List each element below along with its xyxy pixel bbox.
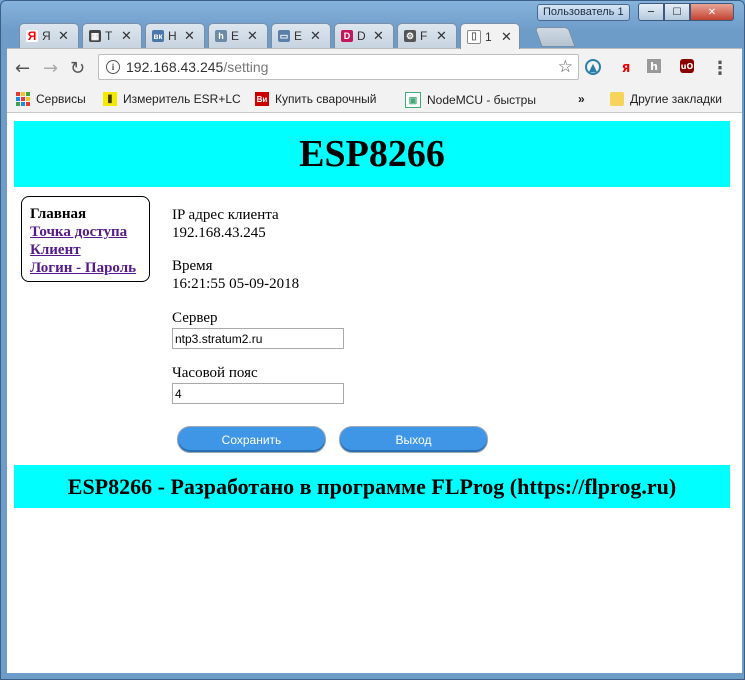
tab-h[interactable]: h E ✕ — [208, 23, 268, 48]
nodemcu-icon: ▣ — [405, 92, 421, 108]
tab-label: E — [231, 29, 240, 43]
ip-section: IP адрес клиента 192.168.43.245 — [172, 206, 279, 242]
bookmark-label: Измеритель ESR+LC — [123, 92, 241, 106]
menu-link-login-password[interactable]: Логин - Пароль — [30, 259, 149, 277]
bookmark-nodemcu[interactable]: ▣ NodeMCU - быстры — [405, 92, 545, 108]
server-label: Сервер — [172, 310, 218, 326]
ublock-icon[interactable]: uO — [680, 59, 694, 73]
new-tab-button[interactable] — [534, 27, 576, 47]
browser-toolbar: ← → ↻ i 192.168.43.245/setting ☆ ▲ Я h u… — [7, 48, 742, 89]
page-header: ESP8266 — [14, 121, 730, 187]
vk-icon: вк — [152, 30, 164, 42]
bookmark-services[interactable]: Сервисы — [16, 92, 86, 106]
page-icon: ▯ — [467, 29, 481, 44]
tab-flprog[interactable]: ⚙ F ✕ — [397, 23, 457, 48]
page-footer: ESP8266 - Разработано в программе FLProg… — [14, 465, 730, 508]
tab-close-icon[interactable]: ✕ — [501, 29, 512, 45]
tab-label: D — [357, 29, 366, 43]
back-button[interactable]: ← — [15, 58, 30, 79]
tab-vk[interactable]: вк Н ✕ — [145, 23, 205, 48]
url-path: /setting — [223, 59, 269, 75]
server-input[interactable] — [172, 328, 344, 349]
close-window-button[interactable]: ✕ — [690, 3, 734, 21]
tab-label: F — [420, 29, 428, 43]
web-page: ESP8266 Главная Точка доступа Клиент Лог… — [7, 113, 742, 673]
bookmarks-bar: Сервисы ⫼ Измеритель ESR+LC Ви Купить св… — [7, 88, 742, 113]
tab-close-icon[interactable]: ✕ — [373, 28, 384, 44]
tab-close-icon[interactable]: ✕ — [184, 28, 195, 44]
bookmark-esr[interactable]: ⫼ Измеритель ESR+LC — [103, 92, 243, 106]
tool-icon: ▦ — [89, 30, 101, 42]
address-bar[interactable]: i 192.168.43.245/setting ☆ — [98, 54, 579, 80]
tab-close-icon[interactable]: ✕ — [247, 28, 258, 44]
tab-label: Т — [105, 29, 113, 43]
timezone-label: Часовой пояс — [172, 365, 258, 381]
save-button[interactable]: Сохранить — [177, 426, 326, 453]
bookmark-label: NodeMCU - быстры — [427, 93, 536, 107]
time-label: Время — [172, 258, 213, 274]
tab-active[interactable]: ▯ 1 ✕ — [460, 23, 520, 49]
h-icon: h — [215, 30, 227, 42]
tab-close-icon[interactable]: ✕ — [58, 28, 69, 44]
flprog-icon: ⚙ — [404, 30, 416, 42]
d-icon: D — [341, 30, 353, 42]
url-text: 192.168.43.245/setting — [126, 59, 268, 75]
menu-link-access-point[interactable]: Точка доступа — [30, 223, 149, 241]
extension-triangle-icon[interactable]: ▲ — [585, 59, 601, 75]
browser-window: Пользователь 1 ─ ☐ ✕ Я Я ✕ ▦ Т ✕ вк Н ✕ … — [0, 0, 745, 680]
esr-icon: ⫼ — [103, 92, 117, 106]
footer-text: ESP8266 - Разработано в программе FLProg… — [67, 473, 677, 499]
ip-value: 192.168.43.245 — [172, 225, 266, 241]
tab-close-icon[interactable]: ✕ — [436, 28, 447, 44]
apps-icon — [16, 92, 30, 106]
time-value: 16:21:55 05-09-2018 — [172, 276, 300, 292]
folder-icon — [610, 92, 624, 106]
monitor-icon: ▭ — [278, 30, 290, 42]
exit-button[interactable]: Выход — [339, 426, 488, 453]
timezone-input[interactable] — [172, 383, 344, 404]
minimize-button[interactable]: ─ — [638, 3, 664, 21]
yandex-extension-icon[interactable]: Я — [617, 59, 635, 77]
server-section: Сервер — [172, 309, 344, 349]
profile-button[interactable]: Пользователь 1 — [537, 4, 630, 21]
other-bookmarks-folder[interactable]: Другие закладки — [610, 92, 722, 106]
timezone-section: Часовой пояс — [172, 364, 344, 404]
tab-label: Н — [168, 29, 177, 43]
tab-label: 1 — [485, 29, 492, 44]
yandex-icon: Я — [26, 29, 38, 43]
tab-close-icon[interactable]: ✕ — [121, 28, 132, 44]
bookmark-label: Купить сварочный — [275, 92, 377, 106]
tab-close-icon[interactable]: ✕ — [310, 28, 321, 44]
h-extension-icon[interactable]: h — [647, 59, 661, 73]
menu-item-home[interactable]: Главная — [30, 205, 149, 223]
side-menu: Главная Точка доступа Клиент Логин - Пар… — [21, 196, 150, 282]
tab-yandex[interactable]: Я Я ✕ — [19, 23, 79, 48]
bookmark-star-icon[interactable]: ☆ — [558, 57, 573, 77]
browser-menu-icon[interactable]: ⋮ — [711, 58, 729, 79]
tab-label: E — [294, 29, 303, 43]
page-title: ESP8266 — [299, 133, 445, 175]
url-host: 192.168.43.245 — [126, 59, 224, 75]
tab-tool[interactable]: ▦ Т ✕ — [82, 23, 142, 48]
maximize-button[interactable]: ☐ — [664, 3, 690, 21]
tab-d[interactable]: D D ✕ — [334, 23, 394, 48]
window-controls: ─ ☐ ✕ — [638, 3, 734, 21]
bookmark-welding[interactable]: Ви Купить сварочный — [255, 92, 393, 106]
vi-icon: Ви — [255, 92, 269, 106]
tab-label: Я — [42, 29, 51, 43]
info-icon[interactable]: i — [106, 60, 120, 74]
reload-button[interactable]: ↻ — [70, 58, 85, 79]
tab-monitor[interactable]: ▭ E ✕ — [271, 23, 331, 48]
tab-strip: Я Я ✕ ▦ Т ✕ вк Н ✕ h E ✕ ▭ E ✕ D D ✕ ⚙ F… — [9, 23, 739, 49]
bookmark-label: Другие закладки — [630, 92, 722, 106]
menu-link-client[interactable]: Клиент — [30, 241, 149, 259]
bookmarks-overflow-button[interactable]: » — [578, 92, 585, 106]
bookmark-label: Сервисы — [36, 92, 86, 106]
ip-label: IP адрес клиента — [172, 207, 279, 223]
time-section: Время 16:21:55 05-09-2018 — [172, 257, 299, 293]
forward-button[interactable]: → — [43, 58, 58, 79]
